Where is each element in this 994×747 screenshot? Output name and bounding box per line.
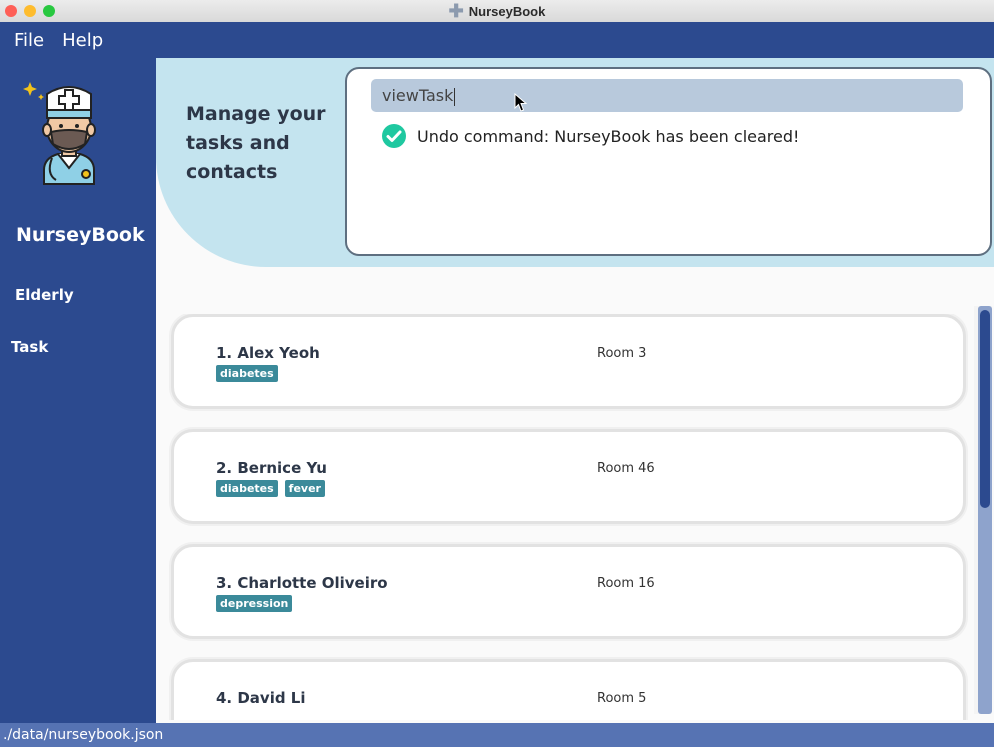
tag-badge: diabetes [216,480,278,497]
command-result: Undo command: NurseyBook has been cleare… [381,123,799,149]
command-input[interactable]: viewTask [371,79,963,112]
menu-help[interactable]: Help [62,30,103,51]
result-message: Undo command: NurseyBook has been cleare… [417,126,800,146]
elderly-room: Room 5 [597,691,647,706]
tag-list: depression [216,595,299,612]
sidebar-item-elderly[interactable]: Elderly [15,286,74,304]
command-panel: viewTask Undo command: NurseyBook has be… [345,67,992,256]
menu-file[interactable]: File [14,30,44,51]
tag-badge: depression [216,595,293,612]
main-content: Manage your tasks and contacts viewTask … [156,58,994,723]
plus-icon: ✚ [448,1,464,21]
list-item[interactable]: 3. Charlotte Oliveiro Room 16 depression [171,544,966,639]
tag-list: diabetes fever [216,480,332,497]
brand-title: NurseyBook [16,224,145,246]
nurse-avatar-icon [23,82,96,185]
elderly-name: 3. Charlotte Oliveiro [216,574,388,592]
page-tagline: Manage your tasks and contacts [186,103,326,183]
data-file-path: ./data/nurseybook.json [3,727,164,743]
status-bar: ./data/nurseybook.json [0,723,994,747]
elderly-name: 2. Bernice Yu [216,459,327,477]
elderly-name: 1. Alex Yeoh [216,344,320,362]
check-circle-icon [382,124,406,148]
sidebar: NurseyBook Elderly Task [0,58,156,723]
list-item[interactable]: 4. David Li Room 5 [171,659,966,720]
window-title-group: ✚ NurseyBook [0,0,994,22]
tag-list: diabetes [216,365,285,382]
elderly-room: Room 46 [597,461,655,476]
mouse-pointer-icon [514,93,528,112]
elderly-room: Room 16 [597,576,655,591]
elderly-name: 4. David Li [216,689,306,707]
menu-bar: File Help [0,22,994,58]
tag-badge: diabetes [216,365,278,382]
window-title: NurseyBook [468,3,546,19]
list-item[interactable]: 2. Bernice Yu Room 46 diabetes fever [171,429,966,524]
sidebar-item-task[interactable]: Task [11,338,48,356]
tag-badge: fever [284,480,325,497]
scrollbar-thumb[interactable] [980,310,990,508]
title-bar: ✚ NurseyBook [0,0,994,23]
elderly-list: 1. Alex Yeoh Room 3 diabetes 2. Bernice … [168,314,971,720]
command-input-value: viewTask [382,86,454,105]
text-caret [454,87,456,106]
elderly-room: Room 3 [597,346,647,361]
list-item[interactable]: 1. Alex Yeoh Room 3 diabetes [171,314,966,409]
app-window: ✚ NurseyBook File Help NurseyBook Elderl… [0,0,994,747]
